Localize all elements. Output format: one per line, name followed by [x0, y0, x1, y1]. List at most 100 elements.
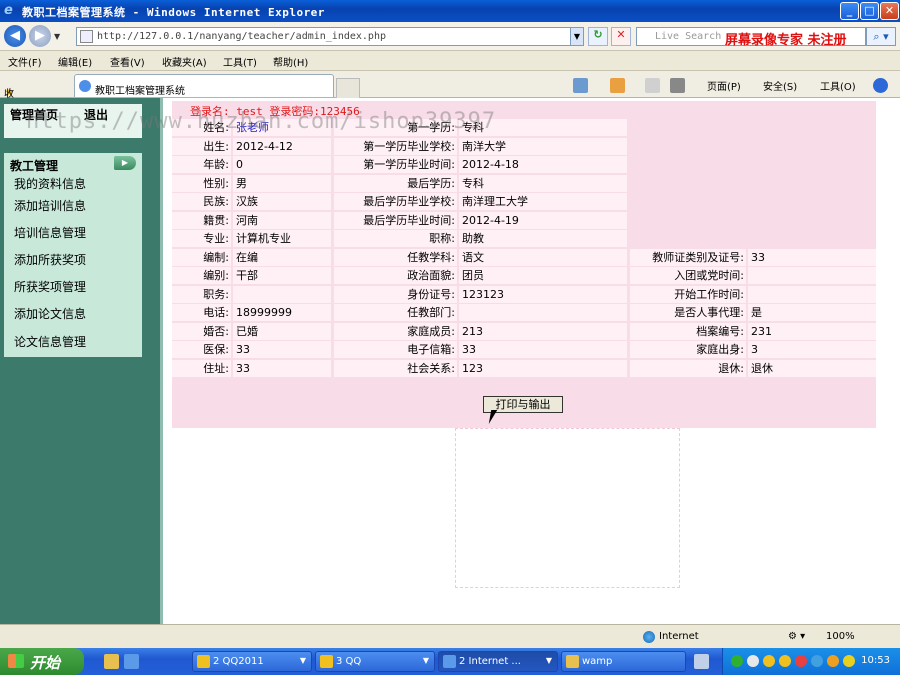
- collapse-arrow-icon[interactable]: ▶: [114, 156, 136, 170]
- tray-update-icon[interactable]: [811, 655, 823, 667]
- print-icon[interactable]: [670, 78, 685, 93]
- sidebar-item-manage-award[interactable]: 所获奖项管理: [14, 278, 86, 295]
- taskbar: 开始 2 QQ2011 ▼ 3 QQ ▼ 2 Internet ... ▼ wa…: [0, 648, 900, 675]
- faded-content: [455, 428, 680, 588]
- task-wamp[interactable]: wamp: [561, 651, 686, 672]
- tab-page-icon: [79, 80, 91, 92]
- start-label: 开始: [30, 654, 61, 672]
- search-input[interactable]: Live Search 屏幕录像专家 未注册: [636, 27, 866, 48]
- sidebar: 管理首页 退出 教工管理 ▶ 我的资料信息 添加培训信息 培训信息管理 添加所获…: [0, 98, 160, 624]
- field-value: 231: [748, 323, 876, 340]
- tray-qq-icon-2[interactable]: [779, 655, 791, 667]
- sidebar-item-add-paper[interactable]: 添加论文信息: [14, 305, 86, 322]
- field-value: 助教: [459, 230, 627, 247]
- qq-icon: [197, 655, 210, 668]
- maximize-button[interactable]: □: [860, 2, 879, 20]
- minimize-button[interactable]: _: [840, 2, 859, 20]
- page-menu[interactable]: 页面(P): [707, 78, 741, 93]
- tray-qq-icon[interactable]: [763, 655, 775, 667]
- menu-help[interactable]: 帮助(H): [273, 54, 308, 69]
- task-qq2011[interactable]: 2 QQ2011 ▼: [192, 651, 312, 672]
- tray-shield-icon[interactable]: [843, 655, 855, 667]
- tray-security-icon[interactable]: [795, 655, 807, 667]
- field-value: 在编: [233, 249, 331, 266]
- menu-view[interactable]: 查看(V): [110, 54, 145, 69]
- menu-file[interactable]: 文件(F): [8, 54, 42, 69]
- tools-menu[interactable]: 工具(O): [820, 78, 856, 93]
- folder-icon[interactable]: [104, 654, 119, 669]
- field-label: 住址:: [172, 360, 231, 377]
- field-label: 电子信箱:: [334, 341, 457, 358]
- protected-mode-icon[interactable]: ⚙ ▾: [788, 631, 805, 642]
- new-tab-button[interactable]: [336, 78, 360, 99]
- field-label: 职务:: [172, 286, 231, 303]
- home-icon[interactable]: [573, 78, 588, 93]
- safety-menu[interactable]: 安全(S): [763, 78, 797, 93]
- field-label: 电话:: [172, 304, 231, 321]
- field-value: 汉族: [233, 193, 331, 210]
- tab-active[interactable]: 教职工档案管理系统: [74, 74, 334, 97]
- tray-network-icon[interactable]: [731, 655, 743, 667]
- task-dropdown-icon: ▼: [545, 656, 552, 665]
- field-label: 政治面貌:: [334, 267, 457, 284]
- address-input[interactable]: http://127.0.0.1/nanyang/teacher/admin_i…: [76, 27, 584, 46]
- sidebar-item-manage-training[interactable]: 培训信息管理: [14, 224, 86, 241]
- field-label: 第一学历毕业时间:: [334, 156, 457, 173]
- field-label: 出生:: [172, 138, 231, 155]
- field-label: 医保:: [172, 341, 231, 358]
- address-url: http://127.0.0.1/nanyang/teacher/admin_i…: [97, 31, 386, 42]
- system-tray: 10:53: [722, 648, 900, 675]
- menu-tools[interactable]: 工具(T): [223, 54, 257, 69]
- help-icon[interactable]: [873, 78, 888, 93]
- history-dropdown-icon[interactable]: ▼: [54, 32, 60, 41]
- sidebar-item-add-award[interactable]: 添加所获奖项: [14, 251, 86, 268]
- window-title: 教职工档案管理系统 - Windows Internet Explorer: [22, 6, 325, 19]
- field-value: 计算机专业: [233, 230, 331, 247]
- ie-icon: [443, 655, 456, 668]
- field-value: 123: [459, 360, 627, 377]
- field-label: 第一学历毕业学校:: [334, 138, 457, 155]
- back-button[interactable]: ◀: [4, 25, 26, 47]
- field-label: 退休:: [630, 360, 746, 377]
- sidebar-item-manage-paper[interactable]: 论文信息管理: [14, 333, 86, 350]
- task-internet-explorer[interactable]: 2 Internet ... ▼: [438, 651, 558, 672]
- frame-divider[interactable]: [160, 98, 163, 624]
- field-label: 编制:: [172, 249, 231, 266]
- task-label: 2 QQ2011: [213, 656, 264, 667]
- mail-icon[interactable]: [645, 78, 660, 93]
- field-value: 语文: [459, 249, 627, 266]
- field-value: 18999999: [233, 304, 331, 321]
- stop-icon[interactable]: ✕: [611, 27, 631, 46]
- field-value: 团员: [459, 267, 627, 284]
- field-label: 年龄:: [172, 156, 231, 173]
- tray-app-icon[interactable]: [827, 655, 839, 667]
- task-qq[interactable]: 3 QQ ▼: [315, 651, 435, 672]
- zoom-level[interactable]: 100%: [826, 631, 855, 642]
- status-zone: Internet: [659, 631, 699, 642]
- refresh-icon[interactable]: ↻: [588, 27, 608, 46]
- field-label: 家庭成员:: [334, 323, 457, 340]
- sidebar-menu: 教工管理 ▶ 我的资料信息 添加培训信息 培训信息管理 添加所获奖项 所获奖项管…: [4, 153, 142, 357]
- task-label: 3 QQ: [336, 656, 362, 667]
- close-button[interactable]: ✕: [880, 2, 899, 20]
- ie-quicklaunch-icon[interactable]: [124, 654, 139, 669]
- address-dropdown-icon[interactable]: ▼: [570, 28, 583, 45]
- menu-favorites[interactable]: 收藏夹(A): [162, 54, 207, 69]
- forward-button[interactable]: ▶: [29, 25, 51, 47]
- field-label: 任教部门:: [334, 304, 457, 321]
- sidebar-item-add-training[interactable]: 添加培训信息: [14, 197, 86, 214]
- sidebar-item-my-profile[interactable]: 我的资料信息: [14, 175, 86, 192]
- field-value: 33: [459, 341, 627, 358]
- field-label: 专业:: [172, 230, 231, 247]
- feeds-icon[interactable]: [610, 78, 625, 93]
- field-label: 最后学历毕业学校:: [334, 193, 457, 210]
- menu-edit[interactable]: 编辑(E): [58, 54, 92, 69]
- field-label: 是否人事代理:: [630, 304, 746, 321]
- search-icon[interactable]: ⌕ ▾: [866, 27, 896, 46]
- ie-logo-icon: e: [4, 3, 13, 18]
- field-label: 开始工作时间:: [630, 286, 746, 303]
- start-button[interactable]: 开始: [0, 648, 84, 675]
- url-watermark: https://www.huzhan.com/ishop39397: [26, 109, 497, 134]
- tray-cloud-icon[interactable]: [747, 655, 759, 667]
- keyboard-icon[interactable]: [694, 654, 709, 669]
